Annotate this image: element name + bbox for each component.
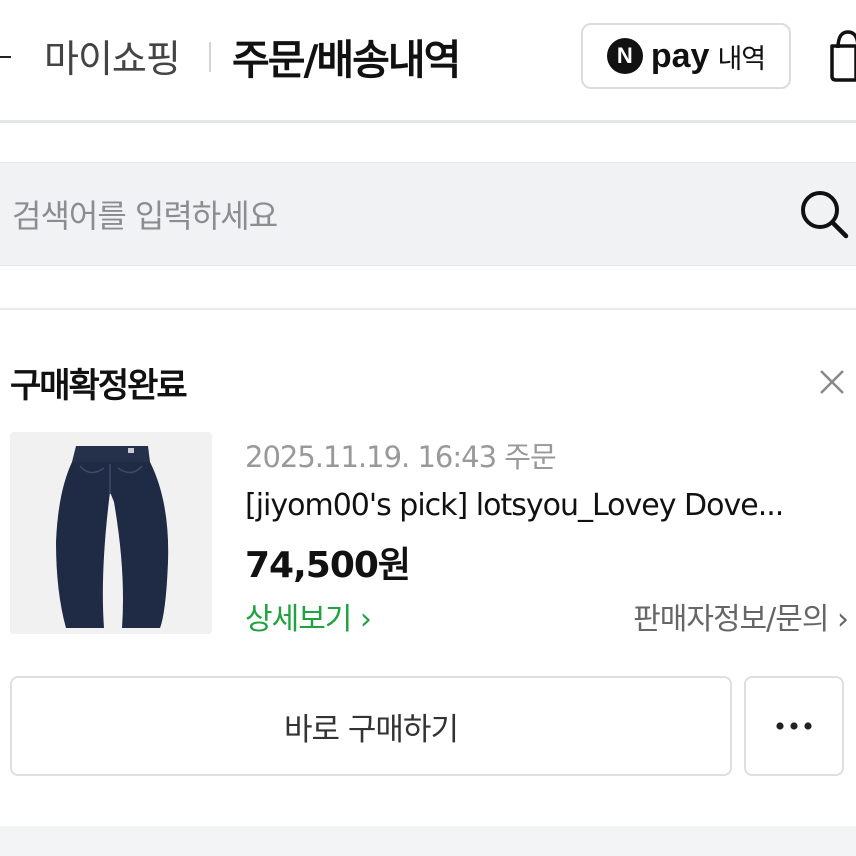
denim-pants-image <box>10 432 212 634</box>
order-card: 구매확정완료 2025.11.19. 16:43 주문 [jiyom00's p… <box>0 308 856 823</box>
header-divider <box>0 120 856 123</box>
view-details-link[interactable]: 상세보기 › <box>245 594 372 638</box>
search-icon[interactable] <box>796 186 852 242</box>
order-status: 구매확정완료 <box>10 366 188 406</box>
product-name[interactable]: [jiyom00's pick] lotsyou_Lovey Dove... <box>245 488 845 523</box>
more-dots-icon <box>776 722 812 730</box>
npay-history-label: 내역 <box>717 43 766 75</box>
close-icon[interactable] <box>818 368 846 396</box>
seller-info-link[interactable]: 판매자정보/문의 › <box>633 594 849 638</box>
breadcrumb-divider <box>209 42 211 72</box>
search-bar <box>0 162 856 266</box>
npay-history-button[interactable]: N pay 내역 <box>581 23 791 89</box>
npay-logo-icon: N <box>606 38 643 74</box>
order-date: 2025.11.19. 16:43 주문 <box>245 440 557 474</box>
breadcrumb-myshopping[interactable]: 마이쇼핑 <box>44 28 181 83</box>
back-arrow-icon[interactable] <box>0 56 11 58</box>
search-input[interactable] <box>10 185 774 247</box>
buy-now-button[interactable]: 바로 구매하기 <box>10 676 732 776</box>
top-header: 마이쇼핑 주문/배송내역 N pay 내역 <box>0 0 856 120</box>
shopping-bag-icon[interactable] <box>826 24 856 84</box>
section-divider-band <box>0 826 856 856</box>
product-price: 74,500원 <box>245 545 411 586</box>
more-options-button[interactable] <box>744 676 844 776</box>
npay-word: pay <box>650 36 710 75</box>
page-title: 주문/배송내역 <box>232 36 461 84</box>
product-thumbnail[interactable] <box>10 432 212 634</box>
